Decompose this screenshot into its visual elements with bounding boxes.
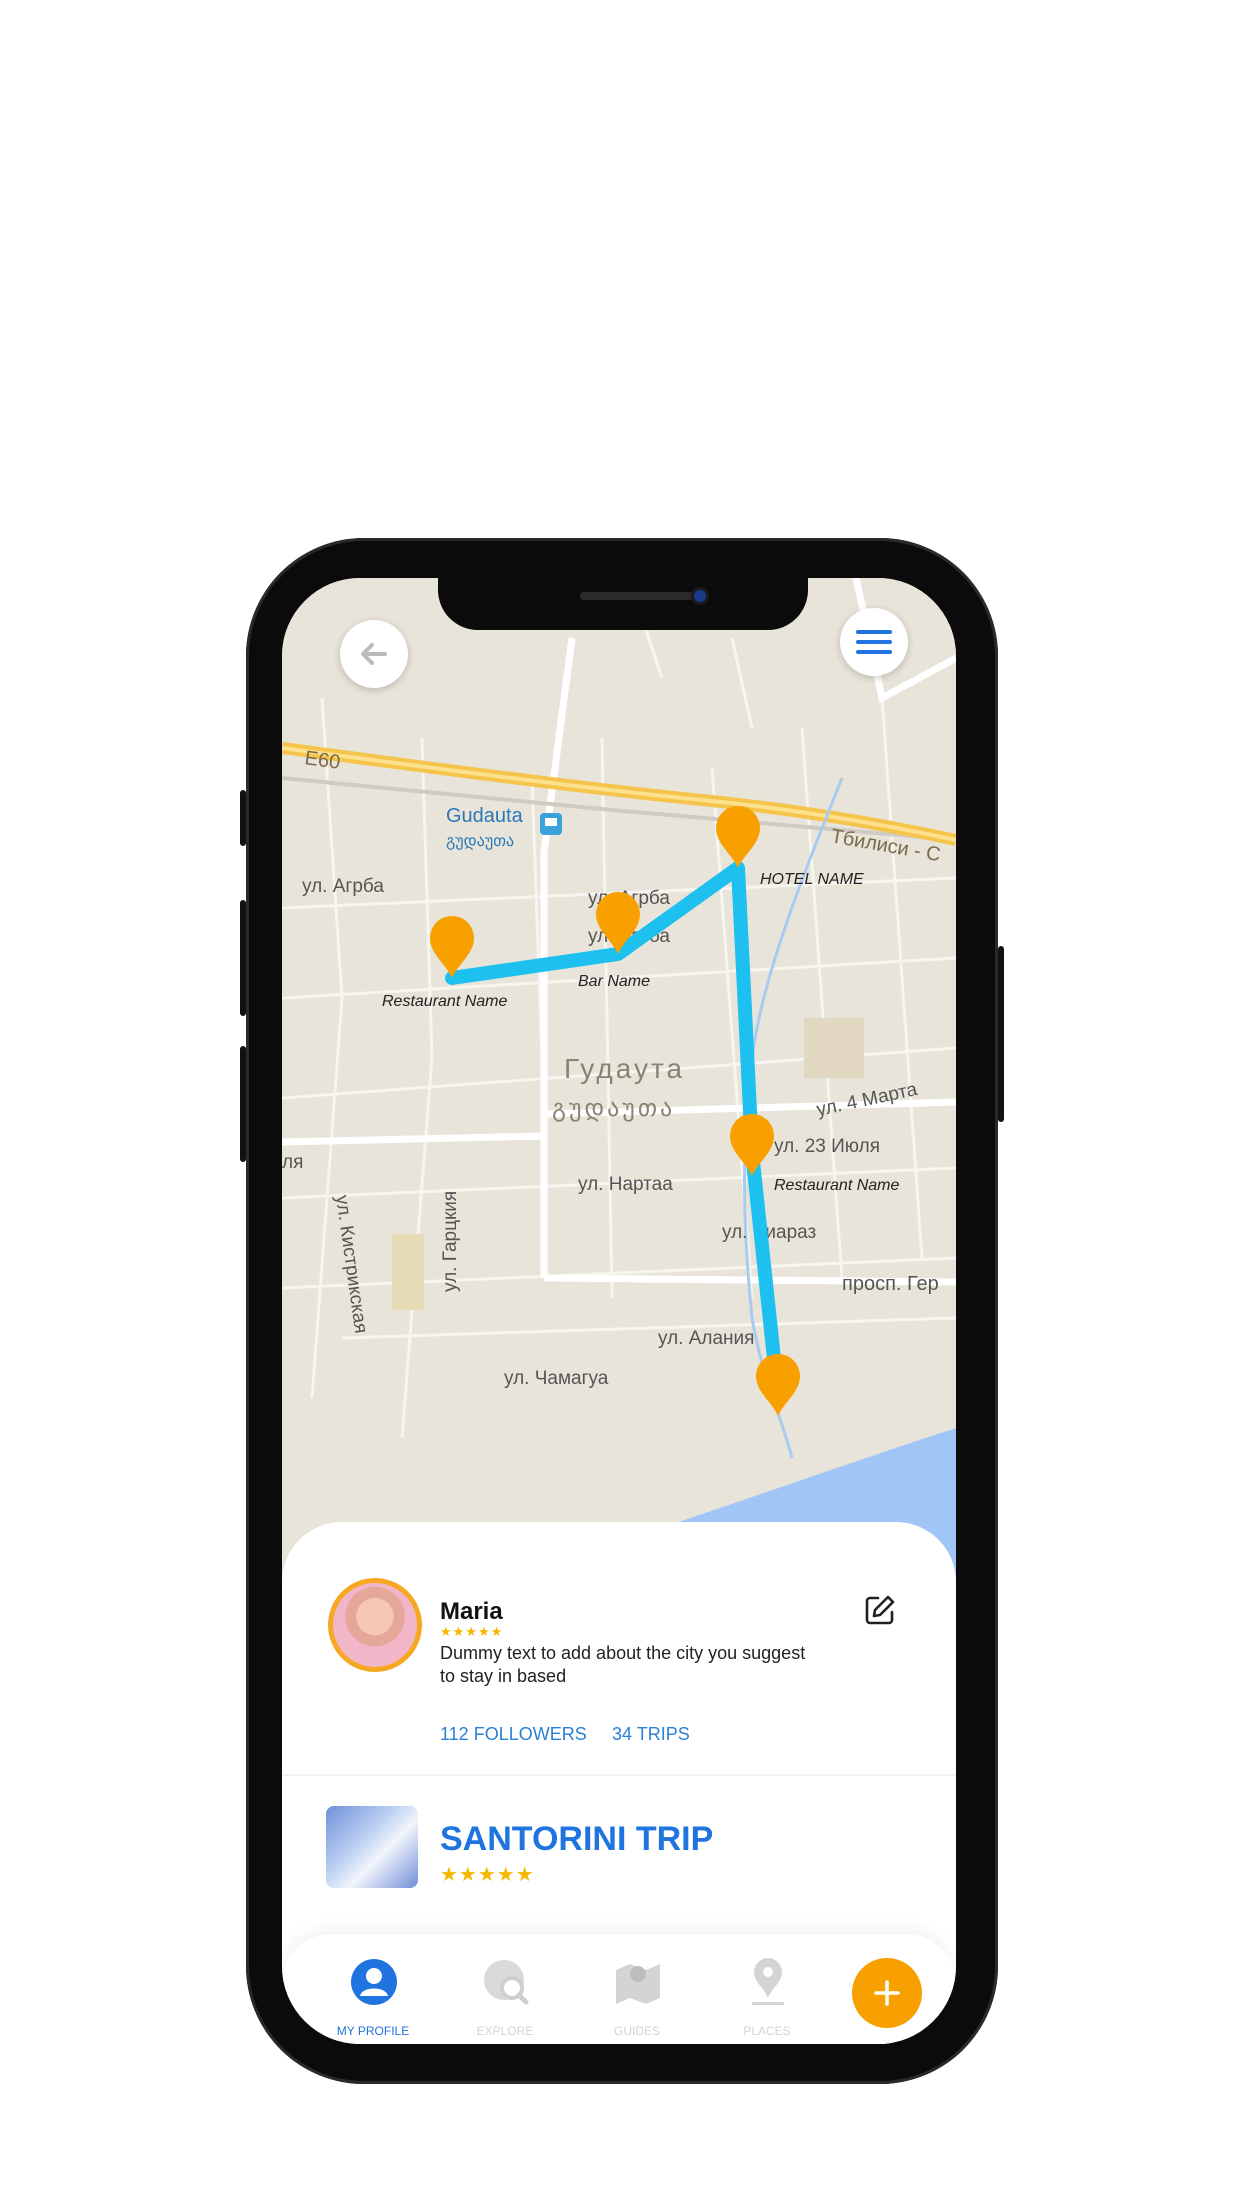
phone-camera: [694, 590, 706, 602]
map-label: ля: [282, 1152, 303, 1173]
map-label: გუდაუთა: [552, 1095, 675, 1122]
profile-bio: Dummy text to add about the city you sug…: [440, 1643, 806, 1686]
profile-name: Maria: [440, 1598, 503, 1625]
map-label: ул. 23 Июля: [774, 1136, 880, 1157]
followers-link[interactable]: 112 FOLLOWERS: [440, 1724, 587, 1745]
map-label: ул. Нартаа: [578, 1174, 673, 1195]
phone-side-button: [998, 946, 1004, 1122]
plus-icon: [874, 1980, 900, 2006]
app-screen: E60 Gudauta გუდაუთა ул. Агрба ул. Агрба …: [282, 578, 956, 2044]
nav-label: EXPLORE: [476, 2024, 534, 2038]
map-label: Gudauta: [446, 805, 524, 827]
arrow-left-icon: [361, 643, 387, 665]
place-pin-icon: [752, 1958, 784, 2005]
pin-label: Restaurant Name: [382, 993, 507, 1010]
map-label: გუდაუთა: [446, 833, 514, 850]
edit-profile-button[interactable]: [864, 1594, 896, 1631]
map-label: ул. Алания: [658, 1328, 754, 1349]
map-label: ул. Агрба: [302, 876, 384, 897]
profile-icon: [351, 1959, 397, 2005]
nav-label: MY PROFILE: [336, 2024, 410, 2038]
nav-label: GUIDES: [613, 2024, 660, 2038]
phone-notch: [438, 578, 808, 630]
trip-title[interactable]: SANTORINI TRIP: [440, 1820, 713, 1859]
back-button[interactable]: [340, 620, 408, 688]
map-label: Гудаута: [564, 1053, 685, 1084]
phone-side-button: [240, 790, 246, 846]
hamburger-menu-icon: [856, 630, 892, 654]
pin-label: Restaurant Name: [774, 1177, 899, 1194]
pin-label: Bar Name: [578, 973, 650, 990]
edit-icon: [865, 1595, 895, 1625]
add-button[interactable]: [852, 1958, 922, 2028]
phone-side-button: [240, 900, 246, 1016]
map-guide-icon: [616, 1964, 660, 2004]
phone-side-button: [240, 1046, 246, 1162]
nav-label: PLACES: [743, 2024, 791, 2038]
trip-thumbnail[interactable]: [326, 1806, 418, 1888]
avatar[interactable]: [328, 1578, 422, 1672]
menu-button[interactable]: [840, 608, 908, 676]
explore-icon: [484, 1960, 529, 2005]
divider: [282, 1774, 956, 1776]
trips-link[interactable]: 34 TRIPS: [612, 1724, 690, 1745]
phone-speaker: [580, 592, 700, 600]
map-label: ул. Чамагуа: [504, 1368, 609, 1389]
trip-rating: ★★★★★: [440, 1864, 535, 1886]
profile-rating: ★★★★★: [440, 1624, 504, 1639]
pin-label: HOTEL NAME: [760, 871, 864, 888]
route-map[interactable]: E60 Gudauta გუდაუთა ул. Агрба ул. Агрба …: [282, 578, 956, 1578]
map-label: ул. Чиараз: [722, 1222, 816, 1243]
map-label: ул. Гарцкия: [440, 1191, 461, 1292]
map-label: просп. Гер: [842, 1273, 939, 1295]
